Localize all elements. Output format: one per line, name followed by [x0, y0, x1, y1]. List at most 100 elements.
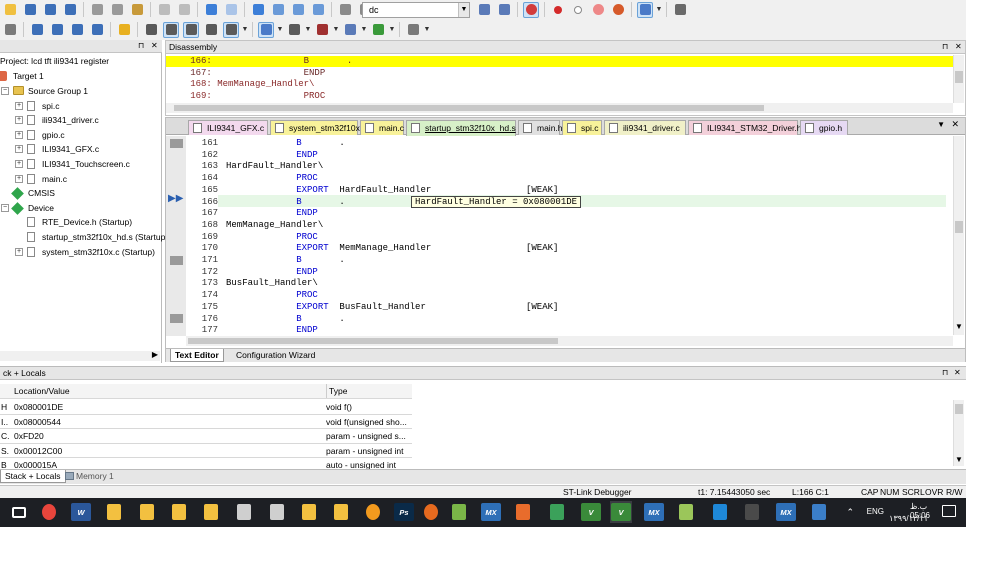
expand-icon[interactable]: +: [15, 101, 23, 110]
run-to-cursor-icon[interactable]: [89, 22, 105, 38]
code-line[interactable]: ENDP: [226, 267, 318, 279]
file-tab[interactable]: ili9341_driver.c: [604, 120, 686, 135]
drive-icon[interactable]: [233, 501, 255, 523]
bookmark-prev-icon[interactable]: [270, 2, 286, 18]
code-line[interactable]: B .: [226, 138, 345, 150]
file-tab[interactable]: ILI9341_GFX.c: [188, 120, 268, 135]
close-icon[interactable]: ✕: [151, 40, 158, 52]
chevron-down-icon[interactable]: ▼: [332, 26, 340, 33]
keil-icon[interactable]: V: [580, 501, 602, 523]
scroll-right-icon[interactable]: ▶: [152, 350, 158, 359]
file-tab[interactable]: system_stm32f10x.c: [270, 120, 366, 135]
table-row[interactable]: C. 0xFD20 param - unsigned s...: [0, 429, 412, 444]
nav-back-icon[interactable]: [203, 2, 219, 18]
tree-item[interactable]: CMSIS: [0, 186, 160, 201]
word-icon[interactable]: W: [70, 501, 92, 523]
tree-item[interactable]: + spi.c: [0, 99, 160, 113]
code-line[interactable]: EXPORT HardFault_Handler: [226, 185, 431, 197]
tree-item[interactable]: + system_stm32f10x.c (Startup): [0, 245, 160, 259]
expand-icon[interactable]: +: [15, 145, 23, 154]
chevron-down-icon[interactable]: ▼: [304, 26, 312, 33]
close-icon[interactable]: ✕: [954, 367, 961, 379]
code-line[interactable]: B .: [226, 314, 345, 326]
chevron-down-icon[interactable]: ▼: [388, 26, 396, 33]
tree-item[interactable]: − Source Group 1: [0, 84, 160, 98]
expand-icon[interactable]: +: [15, 160, 23, 168]
editor-hscroll[interactable]: [186, 336, 953, 346]
bookmark-clear-icon[interactable]: [310, 2, 326, 18]
memory-window-icon[interactable]: [286, 22, 302, 38]
show-next-statement-icon[interactable]: [116, 22, 132, 38]
window-layout-icon[interactable]: [637, 1, 653, 18]
find-combo[interactable]: dc ▼: [362, 2, 470, 18]
tab-text-editor[interactable]: Text Editor: [170, 349, 224, 362]
file-tab[interactable]: startup_stm32f10x_hd.s: [406, 120, 516, 136]
photoshop-icon[interactable]: Ps: [393, 501, 415, 523]
tree-item[interactable]: + ILI9341_Touchscreen.c: [0, 157, 160, 171]
tab-memory-1[interactable]: Memory 1: [62, 470, 118, 483]
disassembly-hscroll[interactable]: [166, 103, 953, 113]
pin-icon[interactable]: ⊓: [942, 41, 948, 53]
collapse-icon[interactable]: −: [1, 203, 9, 212]
pin-icon[interactable]: ⊓: [138, 40, 144, 52]
open-file-icon[interactable]: [22, 2, 38, 18]
notepad-icon[interactable]: [675, 501, 697, 523]
file-tab[interactable]: ILI9341_STM32_Driver.h: [688, 120, 802, 135]
calculator-icon[interactable]: [741, 501, 763, 523]
copy-icon[interactable]: [109, 2, 125, 18]
tree-item[interactable]: − Device: [0, 201, 160, 215]
scroll-thumb[interactable]: [955, 221, 963, 233]
code-line[interactable]: MemManage_Handler\: [226, 220, 323, 232]
command-window-icon[interactable]: [143, 22, 159, 38]
folder-icon[interactable]: [103, 501, 125, 523]
cut-icon[interactable]: [89, 2, 105, 18]
scroll-thumb[interactable]: [174, 105, 764, 111]
app-icon[interactable]: [512, 501, 534, 523]
step-over-icon[interactable]: [49, 22, 65, 38]
code-line[interactable]: PROC: [226, 232, 318, 244]
chevron-down-icon[interactable]: ▼: [458, 3, 469, 17]
code-line[interactable]: ENDP: [226, 208, 318, 220]
scroll-thumb[interactable]: [188, 338, 558, 344]
tree-item[interactable]: startup_stm32f10x_hd.s (Startup): [0, 230, 168, 244]
bookmark-icon[interactable]: [250, 2, 266, 18]
table-row[interactable]: S. 0x00012C00 param - unsigned int: [0, 444, 412, 459]
tab-configuration-wizard[interactable]: Configuration Wizard: [232, 349, 319, 362]
file-tab[interactable]: main.c: [360, 120, 404, 135]
expand-icon[interactable]: +: [15, 247, 23, 256]
debug-session-icon[interactable]: [523, 1, 539, 18]
breakpoint-disable-icon[interactable]: [570, 2, 586, 18]
registers-window-icon[interactable]: [203, 22, 219, 38]
folder-icon[interactable]: [136, 501, 158, 523]
find-icon[interactable]: [476, 2, 492, 18]
telegram-icon[interactable]: [546, 501, 568, 523]
code-line[interactable]: PROC: [226, 173, 318, 185]
pin-icon[interactable]: ⊓: [942, 367, 948, 379]
callstack-vscroll[interactable]: ▼: [953, 400, 964, 466]
disassembly-window-icon[interactable]: [163, 21, 179, 38]
scroll-thumb[interactable]: [955, 71, 963, 83]
watch-window-icon[interactable]: [258, 21, 274, 38]
folder-icon[interactable]: [200, 501, 222, 523]
code-line[interactable]: BusFault_Handler\: [226, 278, 318, 290]
project-title[interactable]: Project: lcd tft ili9341 register: [0, 54, 109, 68]
new-file-icon[interactable]: [2, 2, 18, 18]
folder-icon[interactable]: [298, 501, 320, 523]
redo-icon[interactable]: [176, 2, 192, 18]
code-line[interactable]: EXPORT MemManage_Handler: [226, 243, 431, 255]
step-out-icon[interactable]: [69, 22, 85, 38]
breakpoint-kill-all-icon[interactable]: [610, 2, 626, 18]
undo-icon[interactable]: [156, 2, 172, 18]
folder-icon[interactable]: [168, 501, 190, 523]
mx-icon[interactable]: MX: [775, 501, 797, 523]
code-line[interactable]: HardFault_Handler\: [226, 161, 323, 173]
save-icon[interactable]: [42, 2, 58, 18]
trace-window-icon[interactable]: [370, 22, 386, 38]
notifications-icon[interactable]: [942, 505, 956, 517]
close-icon[interactable]: ✕: [955, 41, 962, 53]
scroll-down-icon[interactable]: ▼: [955, 322, 963, 331]
tree-target[interactable]: Target 1: [0, 69, 160, 83]
chevron-up-icon[interactable]: ⌃: [846, 507, 854, 518]
nav-forward-icon[interactable]: [223, 2, 239, 18]
code-line[interactable]: ENDP: [226, 150, 318, 162]
